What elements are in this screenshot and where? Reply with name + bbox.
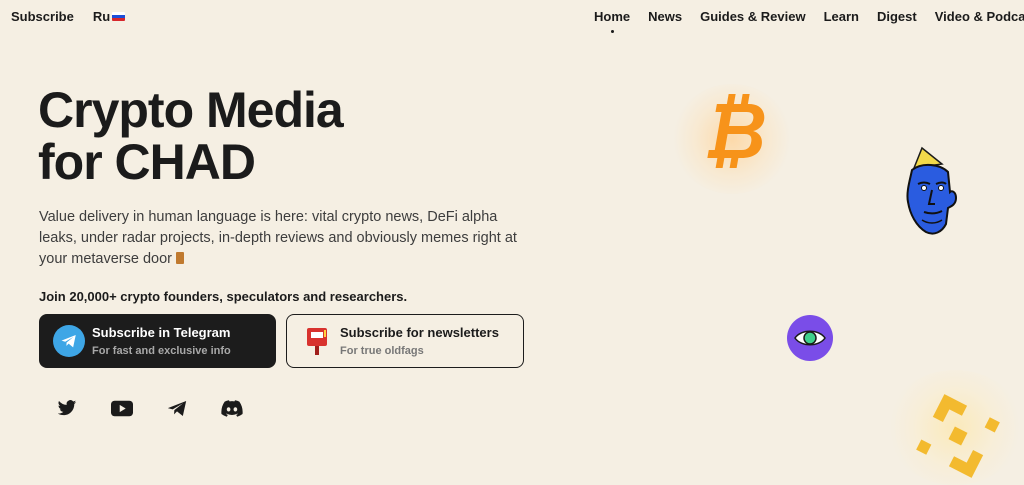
nav-digest[interactable]: Digest <box>877 9 917 24</box>
hero-description-text: Value delivery in human language is here… <box>39 209 517 267</box>
newsletter-cta-title: Subscribe for newsletters <box>340 325 499 340</box>
nav-news[interactable]: News <box>648 9 682 24</box>
twitter-icon[interactable] <box>56 398 78 418</box>
social-links <box>56 398 243 418</box>
telegram-cta-subtitle: For fast and exclusive info <box>92 345 231 357</box>
nav-subscribe-link[interactable]: Subscribe <box>11 9 74 24</box>
door-icon <box>175 252 184 264</box>
telegram-icon[interactable] <box>166 398 188 418</box>
language-label: Ru <box>92 9 111 24</box>
hero-description: Value delivery in human language is here… <box>39 207 529 270</box>
hero-title-line2: for CHAD <box>38 134 256 190</box>
nav-guides-review[interactable]: Guides & Review <box>700 9 805 24</box>
youtube-icon[interactable] <box>111 398 133 418</box>
subscribe-newsletter-button[interactable]: Subscribe for newsletters For true oldfa… <box>286 314 524 368</box>
nav-main: Home News Guides & Review Learn Digest V… <box>594 9 1024 33</box>
join-text: Join 20,000+ crypto founders, speculator… <box>39 289 408 304</box>
discord-icon[interactable] <box>221 398 243 418</box>
mailbox-icon <box>301 325 333 357</box>
eye-icon <box>787 315 833 366</box>
subscribe-telegram-button[interactable]: Subscribe in Telegram For fast and exclu… <box>39 314 276 368</box>
nav-video-podcasts[interactable]: Video & Podcasts <box>935 9 1024 24</box>
chad-face-icon <box>904 146 962 241</box>
binance-icon <box>906 386 1010 485</box>
russian-flag-icon <box>112 12 126 21</box>
nav-home[interactable]: Home <box>594 9 630 33</box>
telegram-cta-title: Subscribe in Telegram <box>92 325 231 340</box>
hero-title: Crypto Media for CHAD <box>38 82 344 190</box>
newsletter-cta-subtitle: For true oldfags <box>340 345 424 357</box>
nav-left: Subscribe Ru <box>11 9 126 24</box>
hero-title-line1: Crypto Media <box>38 82 344 138</box>
bitcoin-icon <box>703 92 767 175</box>
language-switch[interactable]: Ru <box>92 9 126 24</box>
nav-learn[interactable]: Learn <box>824 9 859 24</box>
top-nav: Subscribe Ru Home News Guides & Review L… <box>0 0 1024 34</box>
telegram-icon <box>53 325 85 357</box>
